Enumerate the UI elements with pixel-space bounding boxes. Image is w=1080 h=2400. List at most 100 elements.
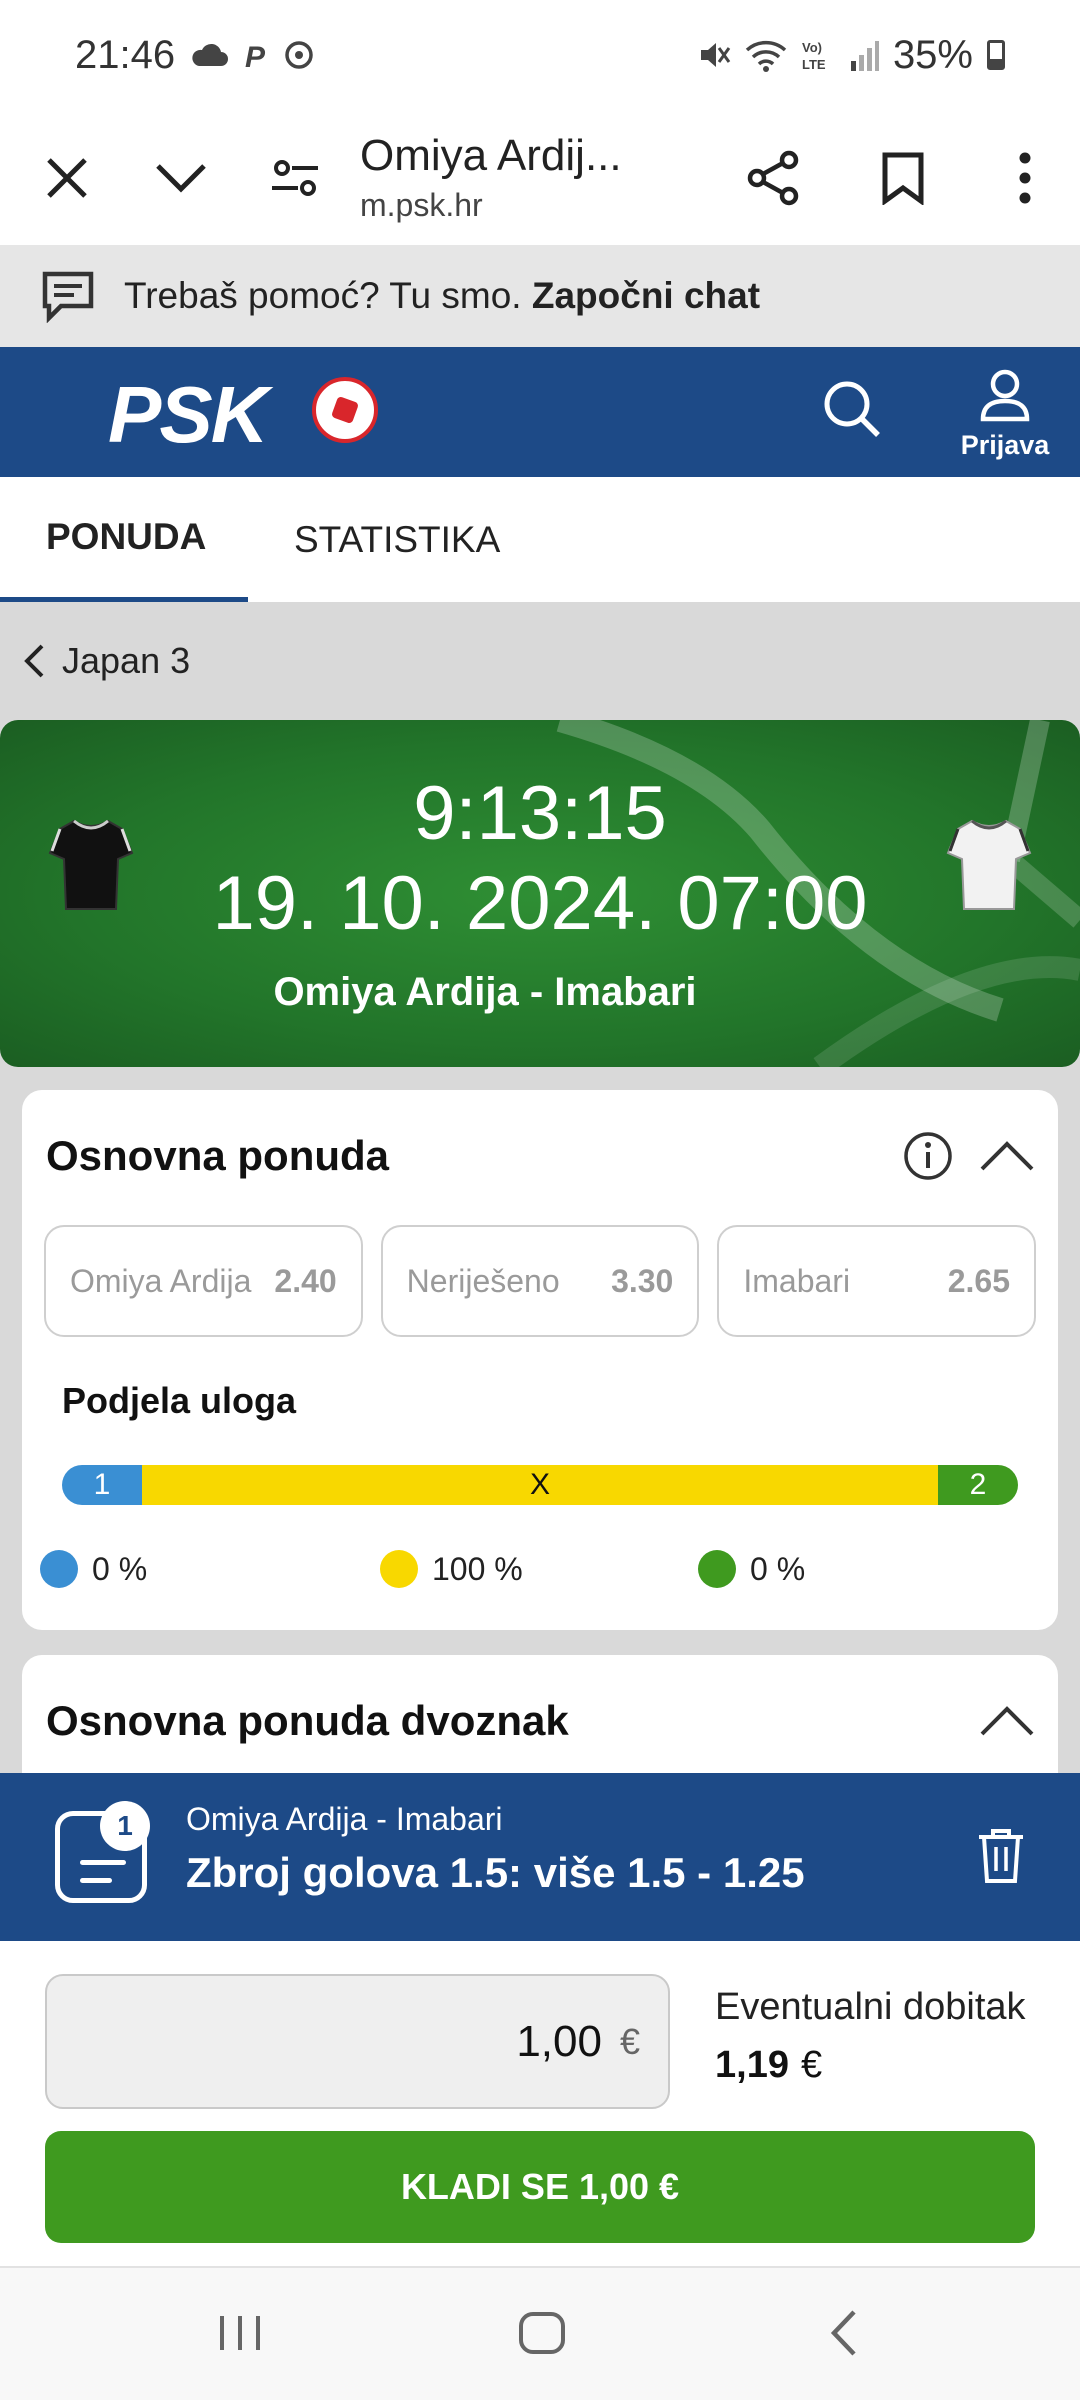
bet-slip-bar[interactable]: 1 Omiya Ardija - Imabari Zbroj golova 1.… (0, 1773, 1080, 1941)
legend-home: 0 % (40, 1550, 147, 1588)
chevron-up-icon[interactable] (977, 1700, 1037, 1740)
legend-dot-home (40, 1550, 78, 1588)
match-countdown: 9:13:15 (413, 771, 667, 856)
page-url: m.psk.hr (360, 187, 483, 223)
signal-icon (850, 41, 879, 71)
match-banner: 9:13:15 19. 10. 2024. 07:00 Omiya Ardija… (0, 720, 1080, 1067)
odds-row: Omiya Ardija 2.40 Neriješeno 3.30 Imabari 2… (44, 1225, 1037, 1337)
close-tab-button[interactable] (22, 133, 112, 223)
breadcrumb[interactable]: Japan 3 (0, 602, 1080, 720)
odd-value: 2.65 (947, 1262, 1011, 1299)
browser-title-area[interactable]: Omiya Ardij... m.psk.hr (360, 131, 728, 224)
soccer-ball-logo-icon (312, 377, 378, 443)
site-settings-button[interactable] (250, 133, 340, 223)
split-segment-draw: X (142, 1465, 938, 1505)
login-button[interactable]: Prijava (950, 367, 1060, 467)
stake-input[interactable]: 1,00 € (45, 1974, 670, 2109)
status-notification-icons: P (191, 39, 315, 71)
share-button[interactable] (728, 133, 818, 223)
market-title[interactable]: Osnovna ponuda dvoznak (46, 1697, 569, 1745)
bookmark-button[interactable] (858, 133, 948, 223)
bookmark-icon (882, 152, 924, 205)
help-message: Trebaš pomoć? Tu smo. Započni chat (124, 275, 760, 317)
more-vert-icon (1019, 152, 1031, 203)
match-tabs: PONUDA STATISTIKA (0, 477, 1080, 602)
info-icon[interactable] (902, 1130, 954, 1182)
match-datetime: 19. 10. 2024. 07:00 (212, 861, 868, 946)
potential-win-amount: 1,19 (715, 2044, 789, 2086)
chevron-up-icon[interactable] (977, 1135, 1037, 1175)
odd-label: Neriješeno (406, 1262, 560, 1299)
slip-line (80, 1878, 112, 1883)
legend-away: 0 % (698, 1550, 805, 1588)
user-icon (980, 369, 1030, 422)
cloud-icon (192, 43, 229, 66)
market-card-main: Osnovna ponuda Omiya Ardija 2.40 Neriješe… (22, 1090, 1058, 1630)
mute-icon (700, 43, 731, 67)
psk-logo[interactable]: PSK (108, 369, 268, 461)
potential-win-label: Eventualni dobitak (715, 1986, 1026, 2028)
market-title[interactable]: Osnovna ponuda (46, 1132, 389, 1180)
svg-text:Vo): Vo) (802, 40, 822, 55)
site-header: PSK Prijava (0, 347, 1080, 477)
stake-currency: € (619, 2020, 640, 2062)
stake-split-title: Podjela uloga (62, 1380, 297, 1421)
back-icon[interactable] (810, 2298, 880, 2368)
potential-win-value: 1,19 € (715, 2044, 822, 2087)
legend-home-pct: 0 % (92, 1550, 148, 1587)
volte-icon: Vo) LTE (802, 40, 826, 72)
trash-icon[interactable] (975, 1825, 1027, 1885)
bet-slip-match: Omiya Ardija - Imabari (186, 1801, 503, 1837)
browser-toolbar: Omiya Ardij... m.psk.hr (0, 110, 1080, 245)
sync-icon (285, 41, 313, 69)
search-button[interactable] (820, 377, 900, 457)
split-segment-away: 2 (938, 1465, 1018, 1505)
place-bet-button[interactable]: KLADI SE 1,00 € (45, 2131, 1035, 2243)
legend-dot-away (698, 1550, 736, 1588)
home-icon[interactable] (507, 2298, 577, 2368)
match-teams: Omiya Ardija - Imabari (273, 970, 697, 1014)
start-chat-link[interactable]: Započni chat (532, 275, 760, 316)
svg-text:P: P (245, 41, 266, 71)
odd-draw-button[interactable]: Neriješeno 3.30 (380, 1225, 700, 1337)
battery-icon (987, 40, 1005, 70)
stake-panel: 1,00 € Eventualni dobitak 1,19 € KLADI SE… (0, 1941, 1080, 2266)
odd-away-button[interactable]: Imabari 2.65 (717, 1225, 1037, 1337)
split-segment-home: 1 (62, 1465, 142, 1505)
page-title: Omiya Ardij... (360, 131, 622, 180)
svg-text:LTE: LTE (802, 57, 826, 72)
recent-apps-icon[interactable] (205, 2298, 275, 2368)
odd-home-button[interactable]: Omiya Ardija 2.40 (44, 1225, 363, 1337)
battery-percent: 35% (892, 32, 973, 77)
help-chat-banner[interactable]: Trebaš pomoć? Tu smo. Započni chat (0, 245, 1080, 347)
system-nav-bar (0, 2266, 1080, 2400)
slip-line (80, 1860, 126, 1865)
tab-statistika[interactable]: STATISTIKA (248, 477, 546, 602)
chevron-left-icon (24, 644, 44, 678)
close-icon (47, 157, 87, 198)
minimize-button[interactable] (136, 133, 226, 223)
tune-icon (272, 159, 318, 196)
stake-split-bar: 1 X 2 (62, 1465, 1018, 1505)
bet-slip-selection: Zbroj golova 1.5: više 1.5 - 1.25 (186, 1849, 805, 1896)
potential-win-currency: € (800, 2044, 823, 2086)
bet-count-badge: 1 (100, 1801, 150, 1851)
tab-ponuda[interactable]: PONUDA (0, 477, 248, 602)
legend-draw-pct: 100 % (432, 1550, 523, 1587)
share-icon (747, 150, 799, 205)
breadcrumb-label: Japan 3 (62, 640, 191, 681)
more-options-button[interactable] (980, 133, 1070, 223)
odd-value: 3.30 (611, 1262, 674, 1299)
paypal-icon: P (245, 41, 266, 71)
status-bar: 21:46 P Vo) LTE 35% (0, 0, 1080, 110)
login-label: Prijava (960, 430, 1050, 460)
chat-icon (42, 271, 94, 323)
wifi-icon (745, 40, 787, 72)
legend-draw: 100 % (380, 1550, 523, 1588)
status-time: 21:46 (75, 32, 176, 77)
legend-dot-draw (380, 1550, 418, 1588)
odd-label: Omiya Ardija (70, 1262, 252, 1299)
chevron-down-icon (156, 163, 206, 193)
status-system-icons: Vo) LTE 35% (697, 33, 1005, 78)
help-text: Trebaš pomoć? Tu smo. (124, 275, 522, 316)
